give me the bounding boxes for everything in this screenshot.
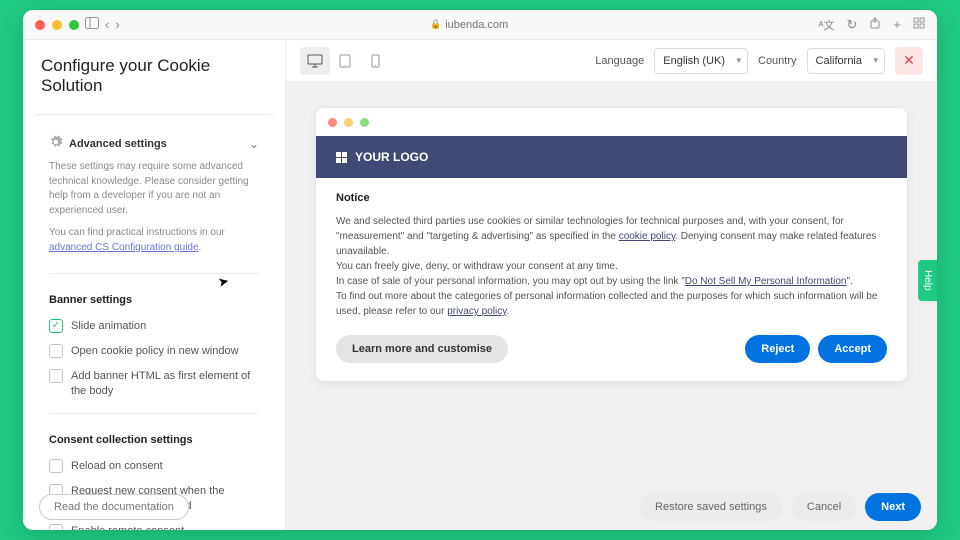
banner-settings-heading: Banner settings: [41, 284, 267, 314]
consent-settings-heading: Consent collection settings: [41, 424, 267, 454]
translate-icon[interactable]: ᴬ文: [819, 17, 835, 33]
browser-window: ‹ › 🔒 iubenda.com ᴬ文 ↻ + Configure your …: [23, 10, 937, 530]
cookie-policy-link[interactable]: cookie policy: [619, 231, 676, 242]
add-icon[interactable]: +: [893, 17, 901, 32]
cookie-banner-preview: YOUR LOGO Notice We and selected third p…: [316, 108, 907, 381]
checkbox-icon: [49, 459, 63, 473]
checkbox-icon: [49, 344, 63, 358]
notice-title: Notice: [336, 192, 887, 204]
next-button[interactable]: Next: [865, 493, 921, 521]
browser-chrome: ‹ › 🔒 iubenda.com ᴬ文 ↻ +: [23, 10, 937, 40]
cancel-button[interactable]: Cancel: [791, 493, 857, 521]
window-controls: [35, 20, 79, 30]
page-footer: Read the documentation Restore saved set…: [23, 484, 937, 530]
chk-add-html-first[interactable]: Add banner HTML as first element of the …: [41, 364, 267, 404]
site-header: YOUR LOGO: [316, 136, 907, 178]
do-not-sell-link[interactable]: Do Not Sell My Personal Information: [685, 276, 847, 287]
chk-open-new-window[interactable]: Open cookie policy in new window: [41, 339, 267, 364]
close-window-icon[interactable]: [35, 20, 45, 30]
tabs-icon[interactable]: [913, 17, 925, 32]
address-bar[interactable]: iubenda.com: [445, 19, 508, 31]
gear-icon: [49, 135, 63, 152]
chk-reload-consent[interactable]: Reload on consent: [41, 454, 267, 479]
cs-config-guide-link[interactable]: advanced CS Configuration guide: [49, 242, 199, 253]
device-tablet-button[interactable]: [330, 47, 360, 75]
preview-area: Language English (UK) Country California…: [286, 40, 937, 530]
checkbox-icon: [49, 319, 63, 333]
reload-icon[interactable]: ↻: [847, 17, 858, 33]
close-preview-button[interactable]: ✕: [895, 47, 923, 75]
reject-button[interactable]: Reject: [745, 335, 810, 363]
device-desktop-button[interactable]: [300, 47, 330, 75]
country-select[interactable]: California: [807, 48, 885, 74]
logo-icon: [336, 152, 347, 163]
advanced-warning: These settings may require some advanced…: [41, 160, 267, 226]
advanced-guide: You can find practical instructions in o…: [41, 226, 267, 263]
forward-icon[interactable]: ›: [115, 17, 119, 32]
minimize-window-icon[interactable]: [52, 20, 62, 30]
restore-button[interactable]: Restore saved settings: [639, 493, 783, 521]
country-label: Country: [758, 55, 797, 67]
mock-window-controls: [316, 108, 907, 136]
share-icon[interactable]: [869, 17, 881, 32]
config-sidebar: Configure your Cookie Solution Advanced …: [23, 40, 286, 530]
checkbox-icon: [49, 369, 63, 383]
logo-text: YOUR LOGO: [355, 150, 428, 164]
page-title: Configure your Cookie Solution: [23, 40, 285, 108]
maximize-window-icon[interactable]: [69, 20, 79, 30]
notice-text: We and selected third parties use cookie…: [336, 214, 887, 319]
back-icon[interactable]: ‹: [105, 17, 109, 32]
chk-slide-animation[interactable]: Slide animation: [41, 314, 267, 339]
device-mobile-button[interactable]: [360, 47, 390, 75]
lock-icon: 🔒: [430, 19, 441, 30]
sidebar-toggle-icon[interactable]: [85, 17, 99, 32]
privacy-policy-link[interactable]: privacy policy: [447, 306, 506, 317]
language-label: Language: [595, 55, 644, 67]
learn-more-button[interactable]: Learn more and customise: [336, 335, 508, 363]
help-tab[interactable]: Help: [918, 260, 937, 301]
advanced-settings-toggle[interactable]: Advanced settings ⌄: [41, 127, 267, 160]
advanced-settings-label: Advanced settings: [69, 138, 243, 150]
preview-topbar: Language English (UK) Country California…: [286, 40, 937, 82]
language-select[interactable]: English (UK): [654, 48, 748, 74]
read-docs-button[interactable]: Read the documentation: [39, 494, 189, 520]
accept-button[interactable]: Accept: [818, 335, 887, 363]
chevron-down-icon: ⌄: [249, 137, 259, 151]
